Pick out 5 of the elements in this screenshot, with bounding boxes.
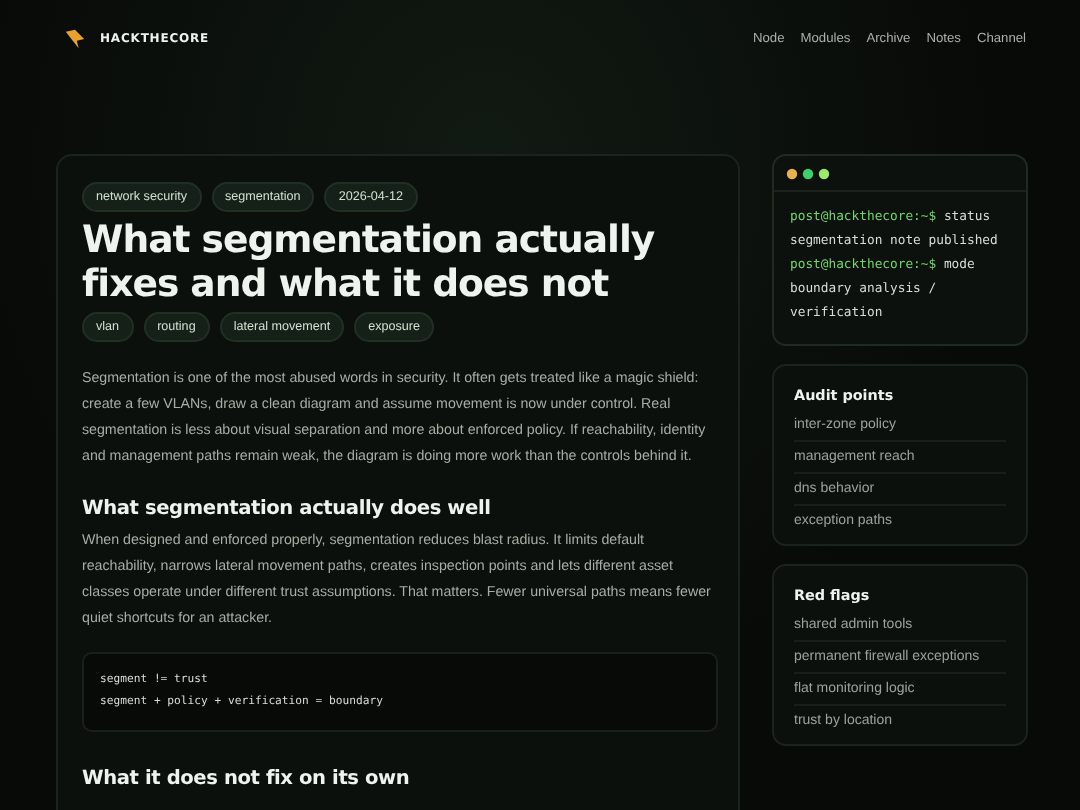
window-dots-icon: [786, 168, 834, 180]
logo-icon: [64, 27, 86, 49]
article-title: What segmentation actually fixes and what it does not: [82, 220, 657, 308]
section-heading: What it does not fix on its own: [82, 768, 412, 790]
section-heading: What segmentation actually does well: [82, 498, 493, 520]
